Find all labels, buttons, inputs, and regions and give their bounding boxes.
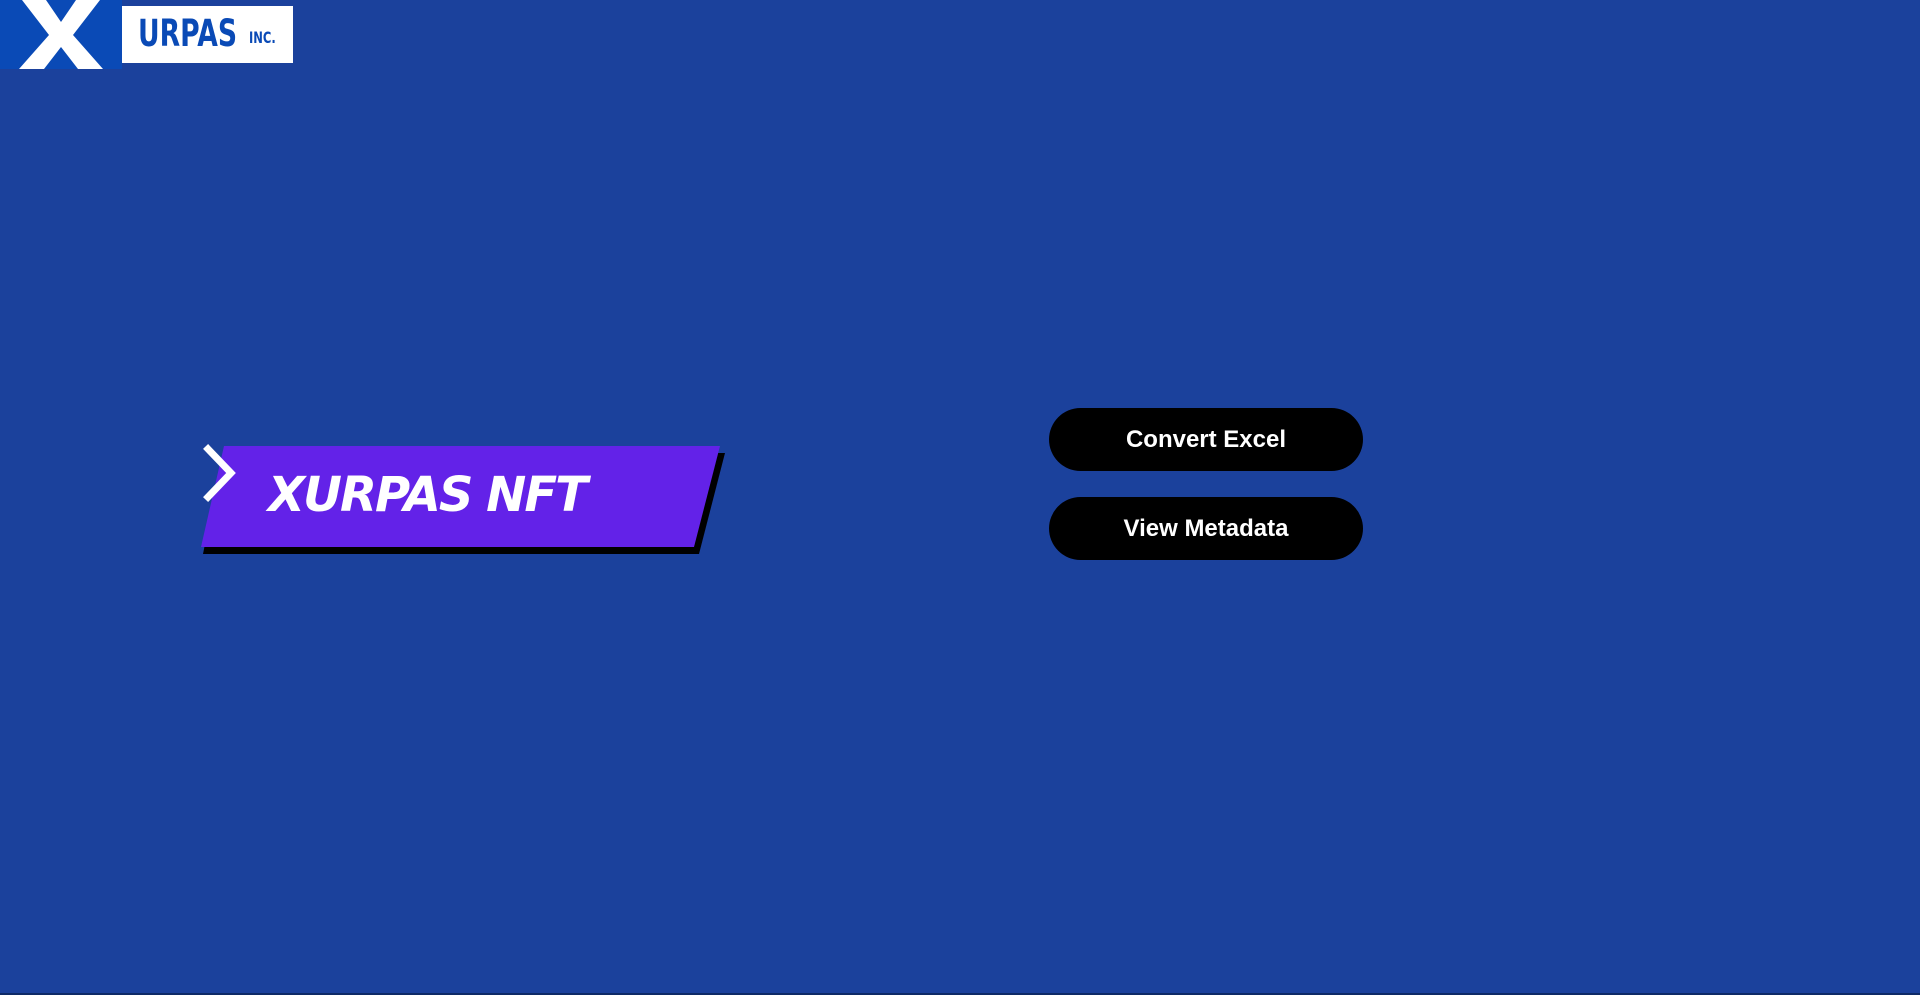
convert-excel-button[interactable]: Convert Excel xyxy=(1049,408,1363,471)
logo-x-block xyxy=(0,0,122,69)
landing-page: URPAS INC. XURPAS NFT Convert Excel View… xyxy=(0,0,1920,995)
banner-label: XURPAS NFT xyxy=(268,467,588,523)
logo-word: URPAS xyxy=(138,12,238,55)
action-buttons: Convert Excel View Metadata xyxy=(1049,408,1363,560)
chevron-right-icon xyxy=(203,444,236,502)
view-metadata-button[interactable]: View Metadata xyxy=(1049,497,1363,560)
x-letter-icon xyxy=(19,0,103,69)
company-logo[interactable]: URPAS INC. xyxy=(0,0,296,69)
xurpas-nft-banner-button[interactable]: XURPAS NFT xyxy=(198,443,730,557)
logo-suffix: INC. xyxy=(249,28,276,47)
logo-wordmark: URPAS INC. xyxy=(122,6,293,63)
